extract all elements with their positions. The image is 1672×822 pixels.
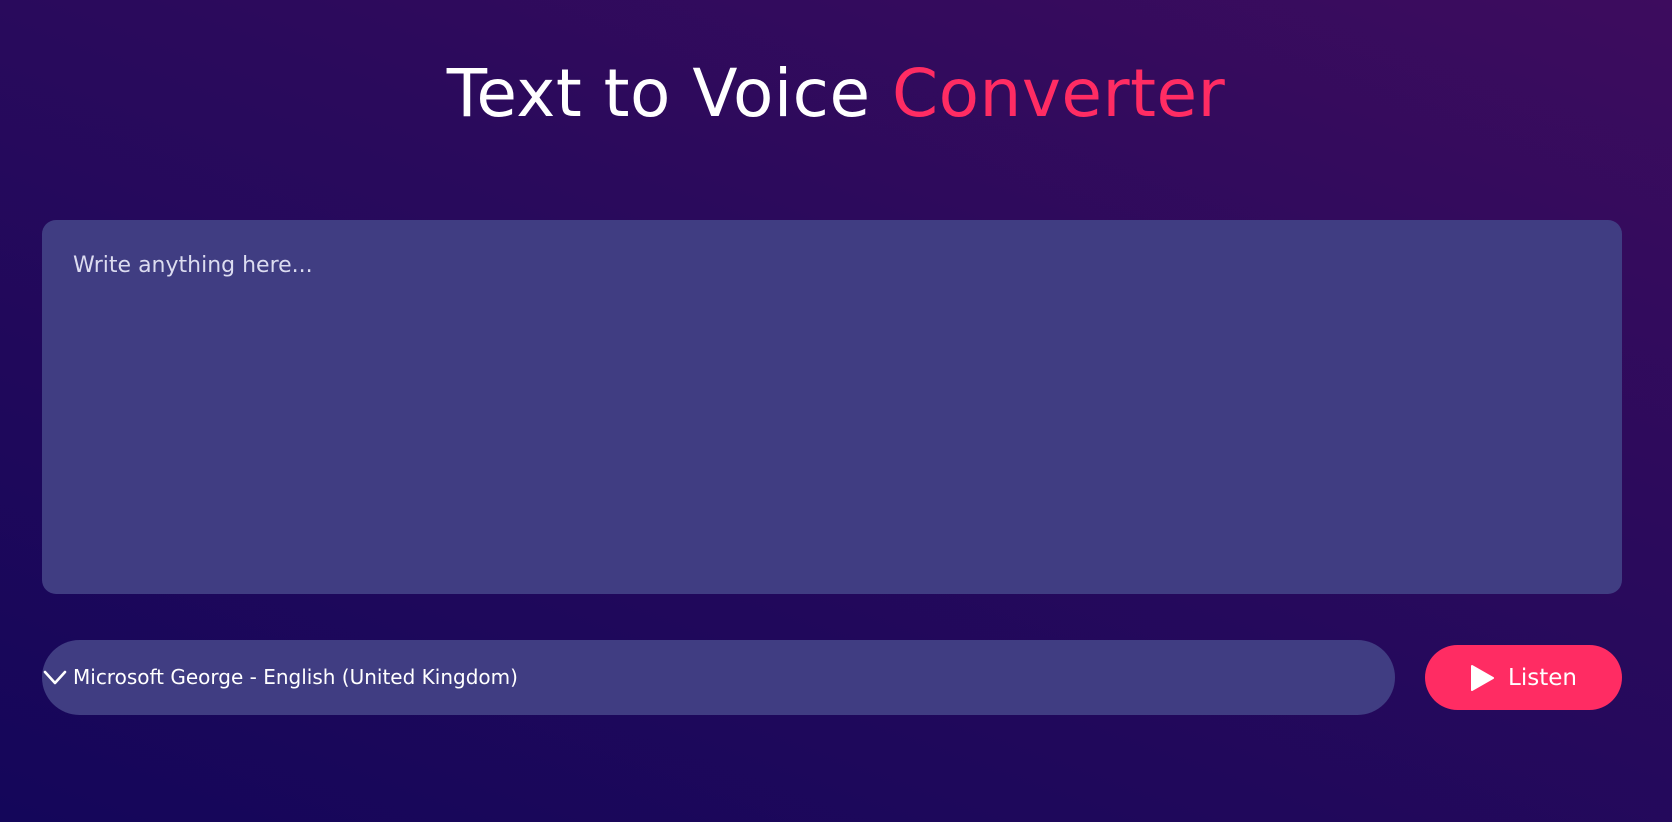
chevron-down-icon [43,670,67,685]
title-main: Text to Voice [446,55,871,132]
voice-select[interactable]: Microsoft George - English (United Kingd… [42,640,1395,715]
text-input[interactable] [42,220,1622,594]
voice-select-value: Microsoft George - English (United Kingd… [73,665,518,689]
play-icon [1471,664,1495,691]
title-accent: Converter [892,55,1226,132]
listen-button-label: Listen [1508,664,1577,691]
page-title: Text to Voice Converter [0,52,1672,136]
listen-button[interactable]: Listen [1425,645,1622,710]
